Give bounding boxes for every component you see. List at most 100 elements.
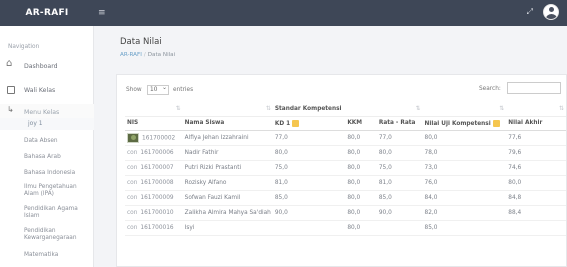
home-icon bbox=[6, 58, 15, 70]
cell-kd1: 80,0 bbox=[274, 149, 288, 156]
cell-nilai-akhir: 77,6 bbox=[508, 134, 522, 141]
fullscreen-icon[interactable]: ⤢ bbox=[527, 7, 533, 17]
user-avatar[interactable] bbox=[543, 4, 559, 20]
cell-nilai-uji: 80,0 bbox=[424, 134, 438, 141]
no-photo-label: con bbox=[127, 209, 138, 216]
cell-kkm: 80,0 bbox=[347, 224, 361, 231]
cell-rata-rata: 80,0 bbox=[378, 149, 392, 156]
cell-nilai-uji: 76,0 bbox=[424, 179, 438, 186]
column-header-rata-rata[interactable]: Rata - Rata bbox=[376, 116, 423, 131]
column-header-nilai-akhir[interactable]: Nilai Akhir bbox=[506, 116, 566, 131]
cell-nilai-uji: 78,0 bbox=[424, 149, 438, 156]
column-header-nilai-uji[interactable]: Nilai Uji Kompetensi bbox=[422, 116, 507, 131]
sidebar: Navigation Dashboard Wali Kelas Menu Kel… bbox=[0, 26, 94, 267]
cell-nis: con 161700007 bbox=[127, 164, 174, 171]
cell-kkm: 80,0 bbox=[347, 194, 361, 201]
column-header-kkm[interactable]: KKM bbox=[345, 116, 377, 131]
cell-nilai-akhir: 74,6 bbox=[508, 164, 522, 171]
cell-name: Nadir Fathir bbox=[184, 149, 219, 156]
cell-nilai-uji: 73,0 bbox=[424, 164, 438, 171]
sidebar-item-wali-kelas[interactable]: Wali Kelas bbox=[0, 82, 94, 98]
cell-rata-rata: 77,0 bbox=[378, 134, 392, 141]
sidebar-subitem[interactable]: Bahasa Indonesia bbox=[24, 170, 92, 177]
cell-name: Zalikha Almira Mahya Sa'diah bbox=[184, 209, 271, 216]
no-photo-label: con bbox=[127, 194, 138, 201]
table-row[interactable]: 161700002 Alfiya Jehan Izzahraini 77,0 80,0… bbox=[125, 130, 566, 145]
cell-nilai-akhir: 80,0 bbox=[508, 179, 522, 186]
breadcrumb: AR-RAFI / Data Nilai bbox=[120, 52, 176, 58]
student-photo bbox=[127, 132, 139, 143]
cell-kkm: 80,0 bbox=[347, 179, 361, 186]
cell-name: Rozisky Alfano bbox=[184, 179, 227, 186]
no-photo-label: con bbox=[127, 164, 138, 171]
breadcrumb-current: Data Nilai bbox=[147, 52, 176, 58]
table-row[interactable]: con 161700016 Isyi 80,0 85,0 bbox=[125, 220, 566, 235]
sidebar-subitem[interactable]: Data Absen bbox=[24, 138, 92, 145]
submenu-active-item[interactable]: joy 1 bbox=[0, 118, 94, 130]
top-bar: AR-RAFI ≡ ⤢ bbox=[0, 0, 567, 26]
cell-name: Isyi bbox=[184, 224, 195, 231]
entries-select[interactable]: 10 bbox=[147, 84, 169, 95]
table-row[interactable]: con 161700009 Sofwan Fauzi Kamil 85,0 80,0 85… bbox=[125, 190, 566, 205]
cell-nis: con 161700009 bbox=[127, 194, 174, 201]
column-header-kd1[interactable]: KD 1 bbox=[272, 116, 346, 131]
group-header-standar-kompetensi: Standar Kompetensi bbox=[272, 102, 377, 117]
breadcrumb-home-link[interactable]: AR-RAFI bbox=[120, 52, 142, 58]
cell-kd1: 90,0 bbox=[274, 209, 288, 216]
sidebar-subitem[interactable]: Bahasa Arab bbox=[24, 154, 92, 161]
cell-kd1: 85,0 bbox=[274, 194, 288, 201]
cell-kkm: 80,0 bbox=[347, 209, 361, 216]
cell-nilai-akhir: 79,6 bbox=[508, 149, 522, 156]
cell-name: Sofwan Fauzi Kamil bbox=[184, 194, 241, 201]
cell-nilai-akhir: 88,4 bbox=[508, 209, 522, 216]
cell-rata-rata bbox=[377, 220, 423, 235]
sidebar-item-label: Wali Kelas bbox=[24, 86, 56, 94]
cell-nis: con 161700006 bbox=[127, 149, 174, 156]
cell-nilai-uji: 85,0 bbox=[424, 224, 438, 231]
cell-nis: con 161700008 bbox=[127, 179, 174, 186]
cell-nilai-uji: 82,0 bbox=[424, 209, 438, 216]
cell-kd1 bbox=[273, 220, 345, 235]
table-row[interactable]: con 161700006 Nadir Fathir 80,0 80,0 80,0 78,0… bbox=[125, 145, 566, 160]
cell-rata-rata: 75,0 bbox=[378, 164, 392, 171]
cell-kkm: 80,0 bbox=[347, 149, 361, 156]
sidebar-subitem[interactable]: Ilmu Pengetahuan Alam (IPA) bbox=[24, 184, 92, 198]
no-photo-label: con bbox=[127, 179, 138, 186]
cell-nis: 161700002 bbox=[125, 130, 183, 145]
search-input[interactable] bbox=[507, 82, 561, 94]
cell-name: Putri Rizki Prastanti bbox=[184, 164, 242, 171]
sidebar-subitem[interactable]: Pendidikan Agama Islam bbox=[24, 206, 92, 220]
cell-rata-rata: 81,0 bbox=[378, 179, 392, 186]
cell-kkm: 80,0 bbox=[347, 164, 361, 171]
menu-toggle-icon[interactable]: ≡ bbox=[98, 8, 106, 18]
cell-nis: con 161700010 bbox=[127, 209, 174, 216]
cell-kd1: 75,0 bbox=[274, 164, 288, 171]
brand-logo[interactable]: AR-RAFI bbox=[0, 0, 94, 26]
sidebar-item-dashboard[interactable]: Dashboard bbox=[0, 58, 94, 74]
cell-nis: con 161700016 bbox=[127, 224, 174, 231]
cell-nilai-uji: 84,0 bbox=[424, 194, 438, 201]
column-header-nama-siswa[interactable]: Nama Siswa bbox=[182, 116, 273, 131]
no-photo-label: con bbox=[127, 224, 138, 231]
cell-name: Alfiya Jehan Izzahraini bbox=[184, 134, 249, 141]
info-badge-icon bbox=[492, 119, 500, 127]
table-row[interactable]: con 161700010 Zalikha Almira Mahya Sa'diah… bbox=[125, 205, 566, 220]
table-row[interactable]: con 161700007 Putri Rizki Prastanti 75,0 80,… bbox=[125, 160, 566, 175]
sidebar-item-label: Dashboard bbox=[24, 62, 58, 70]
show-label: Show bbox=[126, 87, 142, 93]
grades-table: ⇅ ⇅ Standar Kompetensi ⇅ ⇅ ⇅ NIS Nama Si… bbox=[125, 102, 566, 236]
main-content: Data Nilai AR-RAFI/Data Nilai Show 10 en… bbox=[94, 26, 567, 267]
box-icon bbox=[7, 86, 15, 94]
no-photo-label: con bbox=[127, 149, 138, 156]
table-row[interactable]: con 161700008 Rozisky Alfano 81,0 80,0 81,0 76… bbox=[125, 175, 566, 190]
page-title: Data Nilai bbox=[120, 37, 162, 47]
sidebar-subitem[interactable]: Matematika bbox=[24, 252, 92, 259]
data-table-card: Show 10 entries Search: ⇅ ⇅ Standar Komp… bbox=[116, 74, 567, 267]
sidebar-subitem[interactable]: Pendidikan Kewarganegaraan bbox=[24, 228, 92, 242]
cell-nilai-akhir: 84,8 bbox=[508, 194, 522, 201]
column-header-nis[interactable]: NIS bbox=[125, 116, 183, 131]
cell-nilai-akhir bbox=[506, 220, 566, 235]
sidebar-item-label: Menu Kelas bbox=[24, 108, 60, 116]
cell-kd1: 77,0 bbox=[274, 134, 288, 141]
entries-label: entries bbox=[173, 87, 194, 93]
